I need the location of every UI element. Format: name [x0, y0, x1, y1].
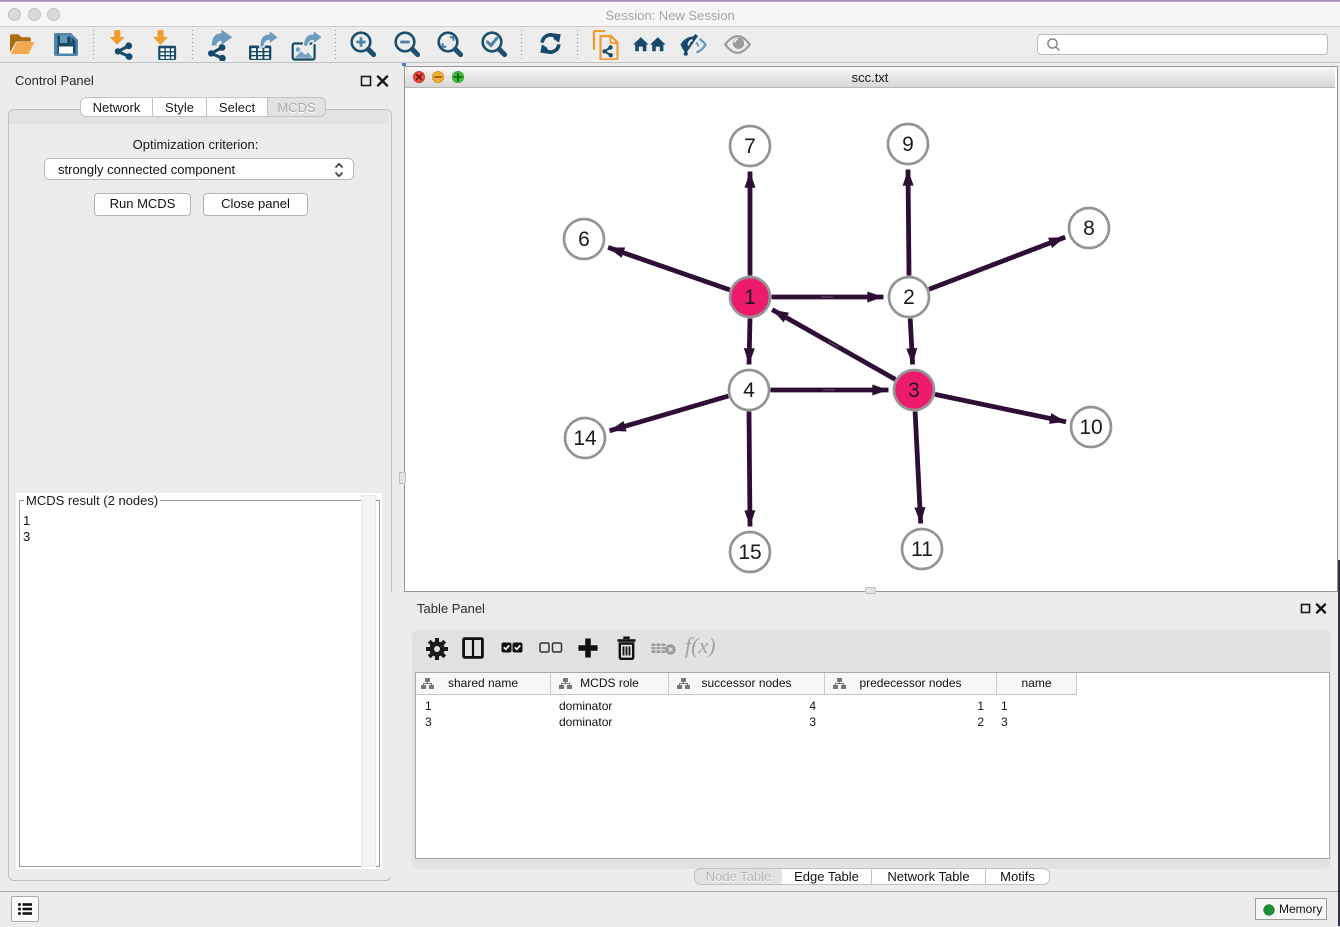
svg-text:15: 15	[738, 541, 761, 564]
svg-text:10: 10	[1079, 416, 1102, 439]
svg-text:8: 8	[1083, 217, 1095, 240]
svg-text:11: 11	[911, 538, 933, 561]
svg-text:2: 2	[903, 286, 915, 309]
svg-text:4: 4	[743, 379, 755, 402]
svg-text:9: 9	[902, 133, 914, 156]
svg-text:1: 1	[744, 286, 756, 309]
svg-text:14: 14	[573, 427, 597, 450]
svg-text:7: 7	[744, 135, 756, 158]
svg-text:6: 6	[578, 228, 590, 251]
svg-text:3: 3	[908, 379, 920, 402]
